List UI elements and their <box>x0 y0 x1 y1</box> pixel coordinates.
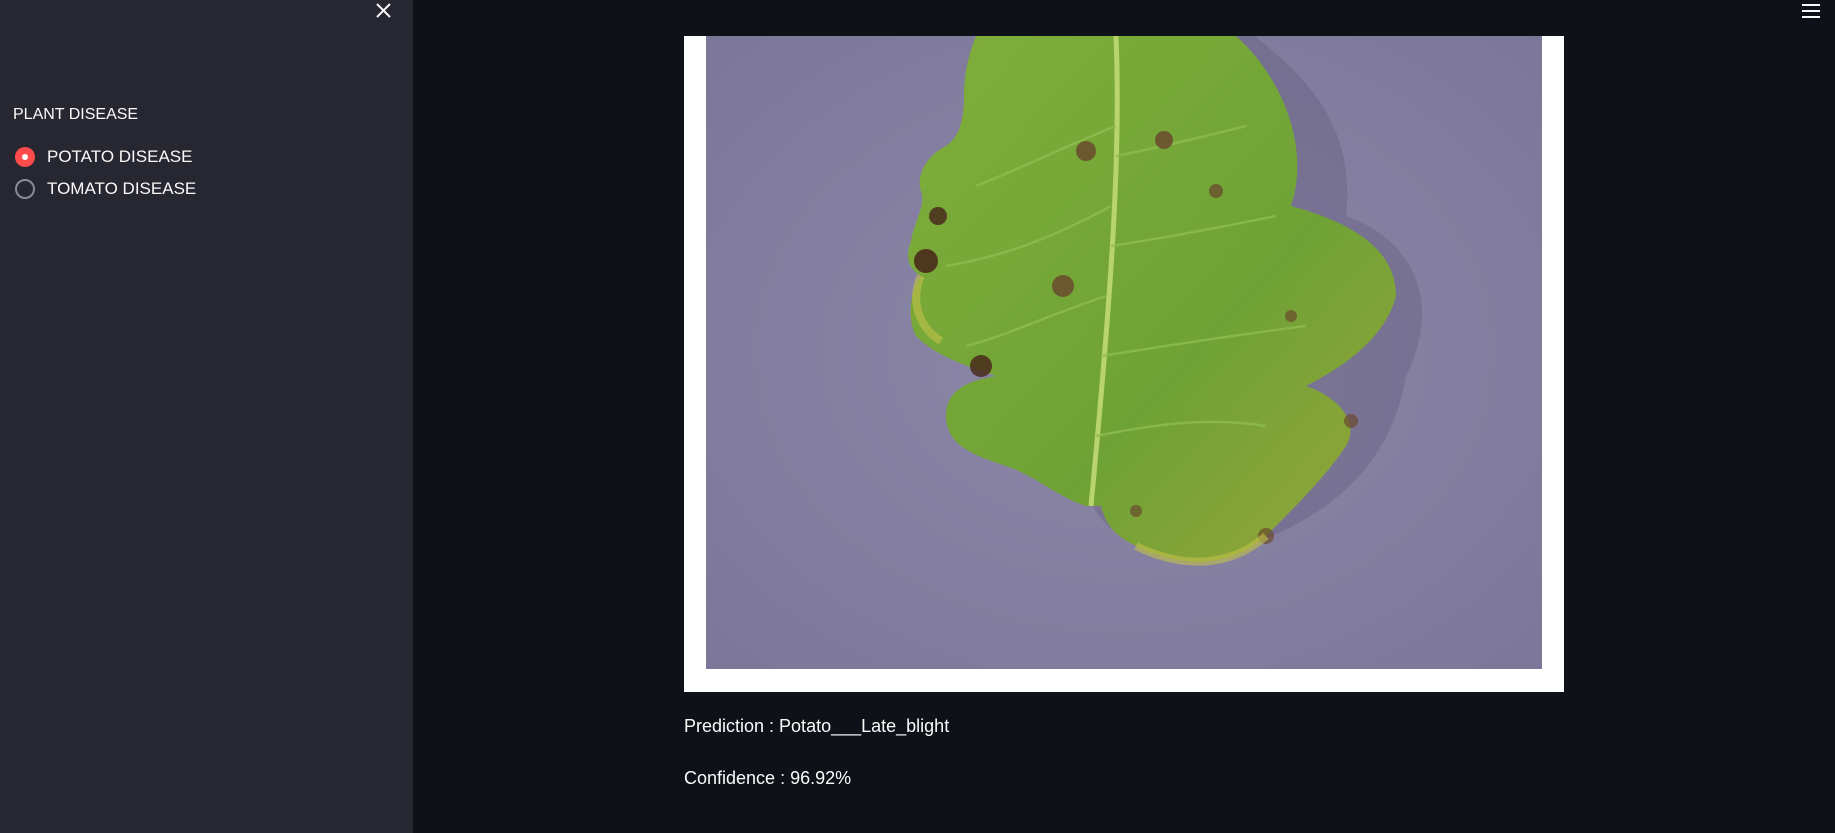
radio-group-label: PLANT DISEASE <box>13 106 139 123</box>
radio-option-tomato-disease[interactable]: TOMATO DISEASE <box>15 179 196 199</box>
main-menu-button[interactable] <box>1798 2 1824 20</box>
close-icon <box>376 3 391 18</box>
hamburger-menu-icon <box>1802 4 1820 18</box>
radio-option-label: POTATO DISEASE <box>47 147 193 166</box>
app-root: PLANT DISEASE POTATO DISEASE TOMATO DISE… <box>0 0 1835 833</box>
close-sidebar-button[interactable] <box>372 0 394 22</box>
leaf-image <box>706 36 1542 669</box>
radio-button-unchecked[interactable] <box>15 179 35 199</box>
radio-button-checked[interactable] <box>15 147 35 167</box>
radio-option-label: TOMATO DISEASE <box>47 179 197 198</box>
radio-option-potato-disease[interactable]: POTATO DISEASE <box>15 147 192 167</box>
sidebar: PLANT DISEASE POTATO DISEASE TOMATO DISE… <box>0 0 413 833</box>
confidence-text: Confidence : 96.92% <box>684 768 852 788</box>
prediction-text: Prediction : Potato___Late_blight <box>684 716 950 736</box>
uploaded-image-frame <box>684 36 1564 692</box>
